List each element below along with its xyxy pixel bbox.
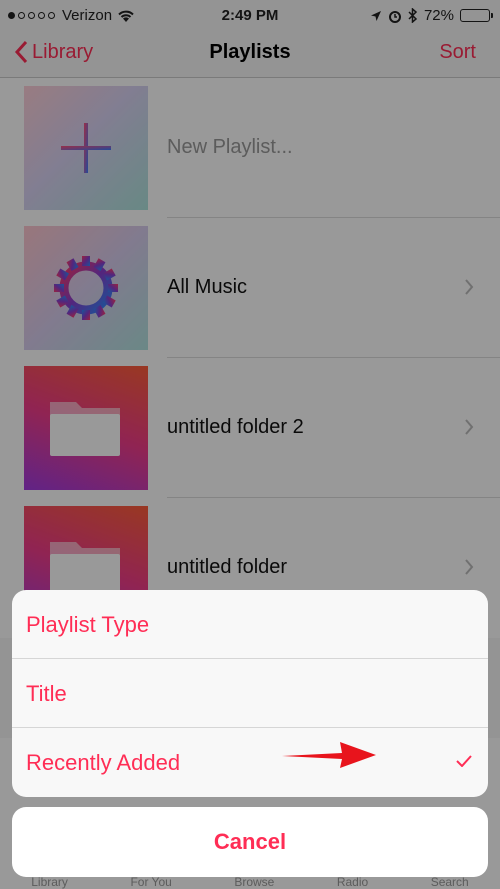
sort-option-playlist-type[interactable]: Playlist Type — [12, 590, 488, 659]
sort-option-label: Title — [26, 681, 67, 706]
sort-option-label: Playlist Type — [26, 612, 150, 637]
sort-option-label: Recently Added — [26, 750, 181, 775]
cancel-button[interactable]: Cancel — [12, 807, 488, 877]
checkmark-icon — [456, 755, 472, 767]
annotation-arrow-icon — [282, 742, 376, 768]
sort-action-sheet: Playlist Type Title Recently Added — [12, 590, 488, 797]
cancel-button-label: Cancel — [213, 829, 287, 854]
sort-option-recently-added[interactable]: Recently Added — [12, 728, 488, 797]
sort-option-title[interactable]: Title — [12, 659, 488, 728]
